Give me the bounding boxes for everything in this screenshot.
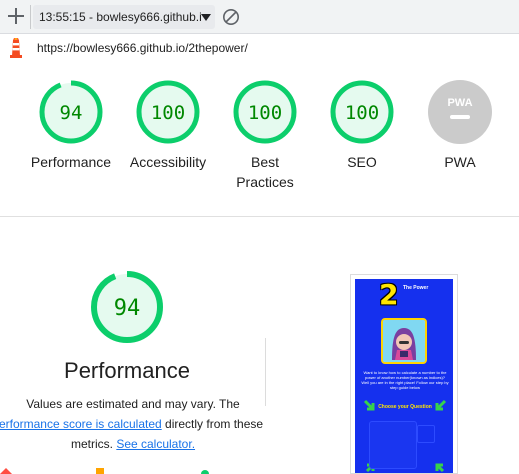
thumb-paragraph: Want to know how to calculate a number t… bbox=[361, 370, 449, 390]
pwa-badge-text: PWA bbox=[447, 97, 472, 109]
gauge-seo-ring: 100 bbox=[330, 80, 394, 144]
audited-url[interactable]: https://bowlesy666.github.io/2thepower/ bbox=[37, 41, 248, 55]
gauge-pwa[interactable]: PWA PWA bbox=[415, 80, 505, 172]
performance-desc-line3: metrics. See calculator. bbox=[0, 434, 266, 454]
score-calculated-link[interactable]: erformance score is calculated bbox=[0, 417, 162, 431]
scores-summary: 94 Performance 100 Accessibility 100 Bes… bbox=[0, 62, 519, 217]
toolbar-separator bbox=[30, 5, 31, 29]
gauge-accessibility-score: 100 bbox=[151, 102, 185, 124]
gauge-seo-label: SEO bbox=[347, 154, 377, 170]
performance-big-score: 94 bbox=[114, 296, 141, 321]
score-scale-legend bbox=[0, 468, 209, 474]
thumb-number: 2 bbox=[379, 279, 399, 311]
performance-desc-line2: erformance score is calculated directly … bbox=[0, 414, 266, 434]
see-calculator-link[interactable]: See calculator. bbox=[116, 437, 195, 451]
lighthouse-logo-icon bbox=[10, 38, 22, 58]
url-row: https://bowlesy666.github.io/2thepower/ bbox=[0, 34, 519, 62]
gauge-seo-score: 100 bbox=[345, 102, 379, 124]
gauge-performance[interactable]: 94 Performance bbox=[26, 80, 116, 172]
gauge-best-practices-label-line1: Best bbox=[250, 154, 279, 170]
performance-desc-line2-rest: directly from these bbox=[161, 417, 264, 431]
top-toolbar: 13:55:15 - bowlesy666.github.i bbox=[0, 0, 519, 34]
performance-description: Values are estimated and may vary. The e… bbox=[0, 394, 266, 454]
gauge-pwa-label: PWA bbox=[444, 154, 476, 170]
gauge-accessibility-label: Accessibility bbox=[129, 154, 207, 170]
thumb-title: The Power bbox=[403, 285, 429, 291]
report-selector[interactable]: 13:55:15 - bowlesy666.github.i bbox=[33, 5, 215, 29]
thumb-question-box bbox=[369, 421, 417, 469]
performance-title: Performance bbox=[64, 358, 190, 383]
new-report-plus-icon[interactable] bbox=[6, 6, 26, 26]
performance-big-gauge: 94 bbox=[91, 271, 163, 343]
pwa-badge-icon: PWA bbox=[428, 80, 492, 144]
dropdown-arrow-icon bbox=[201, 14, 211, 21]
clear-block-icon[interactable] bbox=[222, 8, 240, 26]
thumb-small-box bbox=[417, 425, 435, 443]
performance-detail: 94 Performance Values are estimated and … bbox=[0, 218, 519, 474]
gauge-best-practices-label: Best Practices bbox=[220, 152, 310, 192]
gauge-best-practices-ring: 100 bbox=[233, 80, 297, 144]
gauge-best-practices-label-line2: Practices bbox=[236, 174, 294, 190]
gauge-accessibility-ring: 100 bbox=[136, 80, 200, 144]
final-screenshot-frame[interactable]: 2 The Power Want to know how to calculat… bbox=[350, 274, 458, 474]
gauge-best-practices[interactable]: 100 Best Practices bbox=[220, 80, 310, 192]
performance-desc-line3-text: metrics. bbox=[70, 437, 117, 451]
final-screenshot: 2 The Power Want to know how to calculat… bbox=[355, 279, 453, 473]
report-selector-text: 13:55:15 - bowlesy666.github.i bbox=[39, 10, 202, 24]
gauge-seo[interactable]: 100 SEO bbox=[317, 80, 407, 172]
detail-divider bbox=[265, 338, 266, 406]
gauge-performance-ring: 94 bbox=[39, 80, 103, 144]
gauge-performance-label: Performance bbox=[30, 154, 112, 170]
gauge-performance-score: 94 bbox=[60, 102, 83, 124]
thumb-character-icon bbox=[383, 320, 425, 362]
gauge-best-practices-score: 100 bbox=[248, 102, 282, 124]
thumb-character-image bbox=[381, 318, 427, 364]
performance-desc-line1: Values are estimated and may vary. The bbox=[26, 397, 240, 411]
gauge-accessibility[interactable]: 100 Accessibility bbox=[123, 80, 213, 172]
